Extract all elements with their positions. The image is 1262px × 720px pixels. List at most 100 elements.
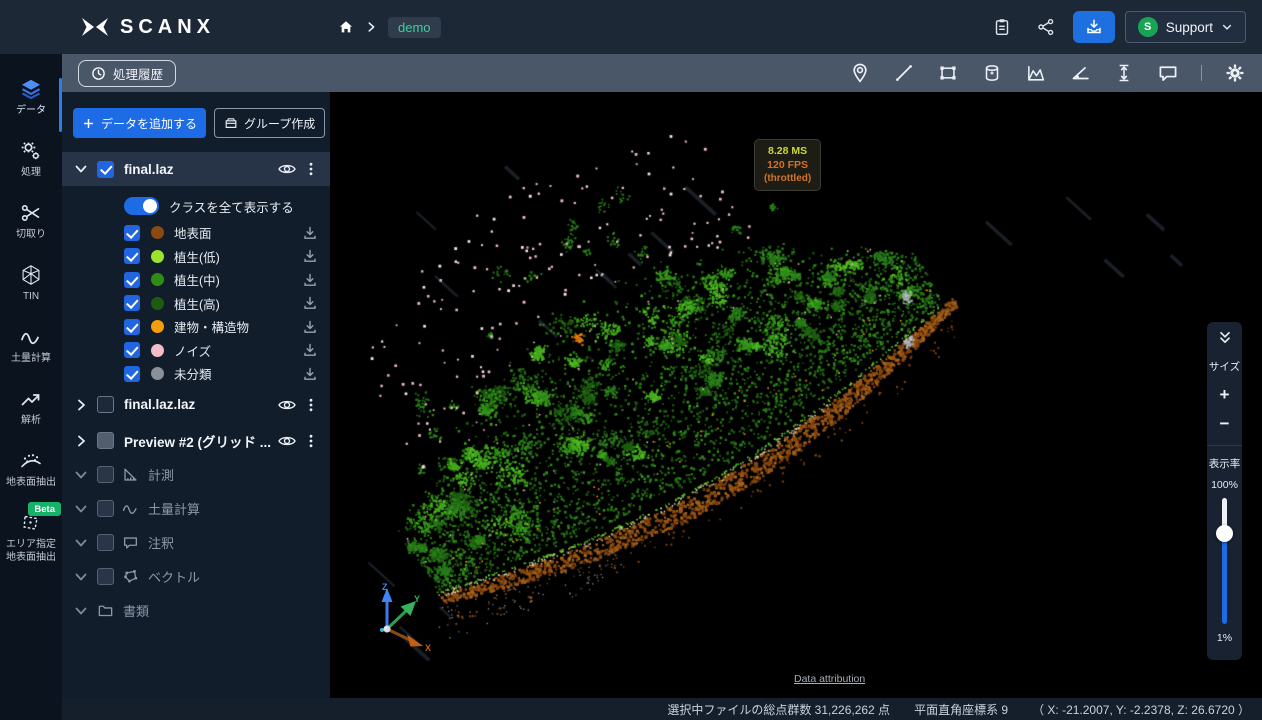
- tool-area-measure-icon[interactable]: [937, 62, 959, 84]
- add-data-button[interactable]: データを追加する: [73, 108, 206, 138]
- class-row: ノイズ: [62, 339, 330, 363]
- app-logo[interactable]: SCANX: [80, 16, 215, 39]
- tool-comment-icon[interactable]: [1157, 62, 1179, 84]
- status-bar: 選択中ファイルの総点群数 31,226,262 点 平面直角座標系 9 （ X:…: [62, 698, 1262, 720]
- slider-track-lower[interactable]: [1222, 534, 1227, 624]
- tool-profile-measure-icon[interactable]: [1025, 62, 1047, 84]
- chevron-down-icon[interactable]: [73, 569, 89, 585]
- section-row-vector[interactable]: ベクトル: [62, 560, 330, 594]
- layer-checkbox[interactable]: [97, 161, 114, 178]
- class-checkbox[interactable]: [124, 366, 140, 382]
- layer-checkbox[interactable]: [97, 432, 114, 449]
- chevron-right-icon[interactable]: [73, 397, 89, 413]
- support-button[interactable]: S Support: [1125, 11, 1246, 43]
- home-icon[interactable]: [338, 19, 354, 35]
- more-menu-icon[interactable]: [303, 161, 319, 177]
- class-checkbox[interactable]: [124, 248, 140, 264]
- layer-row-final-laz-laz[interactable]: final.laz.laz: [62, 388, 330, 422]
- class-checkbox[interactable]: [124, 319, 140, 335]
- class-label: 未分類: [174, 364, 302, 383]
- scanx-logo-icon: [80, 16, 110, 38]
- ground-extract-icon: [20, 450, 42, 472]
- download-icon[interactable]: [302, 342, 318, 358]
- section-row-annotation[interactable]: 注釈: [62, 526, 330, 560]
- panel-divider: [1207, 445, 1242, 446]
- tool-settings-icon[interactable]: [1224, 62, 1246, 84]
- render-fps: 120 FPS: [764, 159, 811, 173]
- display-rate-min: 1%: [1217, 632, 1232, 644]
- volume-calc-icon: [20, 326, 42, 348]
- chevron-down-icon[interactable]: [73, 161, 89, 177]
- tool-height-measure-icon[interactable]: [1113, 62, 1135, 84]
- section-row-documents[interactable]: 書類: [62, 594, 330, 628]
- data-attribution-link[interactable]: Data attribution: [794, 673, 865, 685]
- eye-icon[interactable]: [277, 395, 297, 415]
- section-checkbox[interactable]: [97, 534, 114, 551]
- chevron-down-icon[interactable]: [73, 603, 89, 619]
- slider-thumb[interactable]: [1216, 525, 1233, 542]
- more-menu-icon[interactable]: [303, 433, 319, 449]
- download-icon[interactable]: [302, 248, 318, 264]
- chevron-down-icon[interactable]: [73, 535, 89, 551]
- class-row: 未分類: [62, 362, 330, 386]
- class-checkbox[interactable]: [124, 295, 140, 311]
- class-label: 地表面: [174, 223, 302, 242]
- sidebar-item-data[interactable]: データ: [0, 78, 62, 117]
- size-increase-button[interactable]: +: [1220, 386, 1230, 403]
- eye-icon[interactable]: [277, 431, 297, 451]
- eye-icon[interactable]: [277, 159, 297, 179]
- breadcrumb: demo: [338, 17, 441, 38]
- create-group-button[interactable]: グループ作成: [214, 108, 325, 138]
- tin-icon: [20, 264, 42, 286]
- tool-volume-measure-icon[interactable]: [981, 62, 1003, 84]
- tool-distance-measure-icon[interactable]: [893, 62, 915, 84]
- install-button[interactable]: [1073, 11, 1115, 43]
- section-checkbox[interactable]: [97, 500, 114, 517]
- axis-gizmo[interactable]: Z Y X: [366, 580, 444, 656]
- share-icon[interactable]: [1029, 10, 1063, 44]
- download-icon[interactable]: [302, 295, 318, 311]
- fps-overlay: 8.28 MS 120 FPS (throttled): [754, 139, 821, 191]
- class-checkbox[interactable]: [124, 272, 140, 288]
- section-row-volume[interactable]: 土量計算: [62, 492, 330, 526]
- layer-row-preview-2[interactable]: Preview #2 (グリッド ...: [62, 424, 330, 458]
- vector-icon: [122, 568, 139, 585]
- class-row: 植生(低): [62, 245, 330, 269]
- tool-angle-measure-icon[interactable]: [1069, 62, 1091, 84]
- layer-checkbox[interactable]: [97, 396, 114, 413]
- sidebar-item-area-ground-extract[interactable]: Betaエリア指定地表面抽出: [0, 512, 62, 564]
- sidebar-item-tin[interactable]: TIN: [0, 264, 62, 303]
- section-checkbox[interactable]: [97, 568, 114, 585]
- download-icon[interactable]: [302, 366, 318, 382]
- sidebar-item-ground-extract[interactable]: 地表面抽出: [0, 450, 62, 489]
- sidebar-item-analysis[interactable]: 解析: [0, 388, 62, 427]
- more-menu-icon[interactable]: [303, 397, 319, 413]
- download-icon[interactable]: [302, 319, 318, 335]
- axis-x-label: X: [425, 643, 431, 653]
- size-decrease-button[interactable]: −: [1220, 415, 1230, 432]
- display-rate-slider[interactable]: [1215, 498, 1235, 624]
- data-panel: データを追加する グループ作成 final.laz: [62, 92, 330, 698]
- section-row-measure[interactable]: 計測: [62, 458, 330, 492]
- collapse-panel-icon[interactable]: [1216, 330, 1234, 346]
- class-label: ノイズ: [174, 341, 302, 360]
- download-icon[interactable]: [302, 225, 318, 241]
- chevron-down-icon[interactable]: [73, 467, 89, 483]
- class-checkbox[interactable]: [124, 225, 140, 241]
- sidebar-item-clip[interactable]: 切取り: [0, 202, 62, 241]
- clipboard-icon[interactable]: [985, 10, 1019, 44]
- tool-point-marker-icon[interactable]: [849, 62, 871, 84]
- download-icon[interactable]: [302, 272, 318, 288]
- chevron-down-icon[interactable]: [73, 501, 89, 517]
- show-all-classes-toggle[interactable]: [124, 197, 159, 215]
- breadcrumb-project[interactable]: demo: [388, 17, 441, 38]
- class-row: 建物・構造物: [62, 315, 330, 339]
- sidebar-item-process[interactable]: 処理: [0, 140, 62, 179]
- layer-row-final-laz[interactable]: final.laz: [62, 152, 330, 186]
- chevron-down-icon: [1221, 21, 1233, 33]
- sidebar-item-volume-calc[interactable]: 土量計算: [0, 326, 62, 365]
- class-checkbox[interactable]: [124, 342, 140, 358]
- chevron-right-icon[interactable]: [73, 433, 89, 449]
- section-checkbox[interactable]: [97, 466, 114, 483]
- process-history-button[interactable]: 処理履歴: [78, 60, 176, 87]
